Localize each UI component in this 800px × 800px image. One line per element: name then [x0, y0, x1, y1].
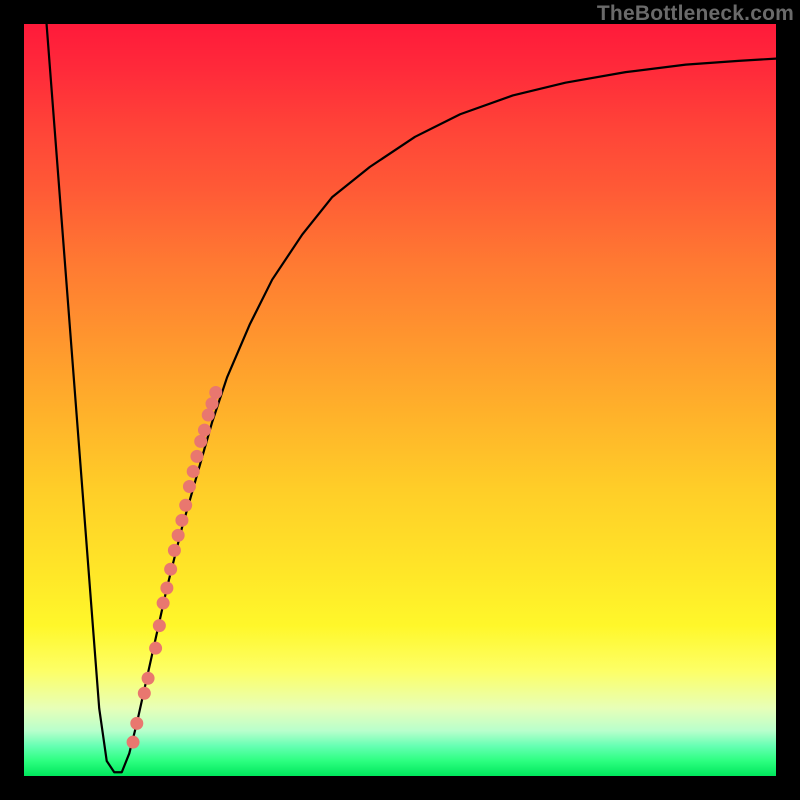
data-marker — [161, 582, 173, 594]
data-marker — [195, 435, 207, 447]
gradient-plot-area — [24, 24, 776, 776]
data-marker — [198, 424, 210, 436]
data-marker — [172, 529, 184, 541]
watermark-text: TheBottleneck.com — [597, 2, 794, 26]
data-marker — [168, 544, 180, 556]
data-marker — [131, 717, 143, 729]
data-marker — [183, 480, 195, 492]
data-marker — [138, 687, 150, 699]
data-marker — [142, 672, 154, 684]
data-marker — [176, 514, 188, 526]
data-marker — [150, 642, 162, 654]
data-marker — [127, 736, 139, 748]
data-marker — [210, 386, 222, 398]
data-marker — [187, 465, 199, 477]
chart-svg — [24, 24, 776, 776]
data-marker — [202, 409, 214, 421]
data-marker — [153, 620, 165, 632]
data-marker — [180, 499, 192, 511]
data-marker — [157, 597, 169, 609]
bottleneck-curve — [47, 24, 776, 772]
data-marker — [165, 563, 177, 575]
data-marker — [191, 450, 203, 462]
outer-frame: TheBottleneck.com — [0, 0, 800, 800]
data-marker — [206, 398, 218, 410]
